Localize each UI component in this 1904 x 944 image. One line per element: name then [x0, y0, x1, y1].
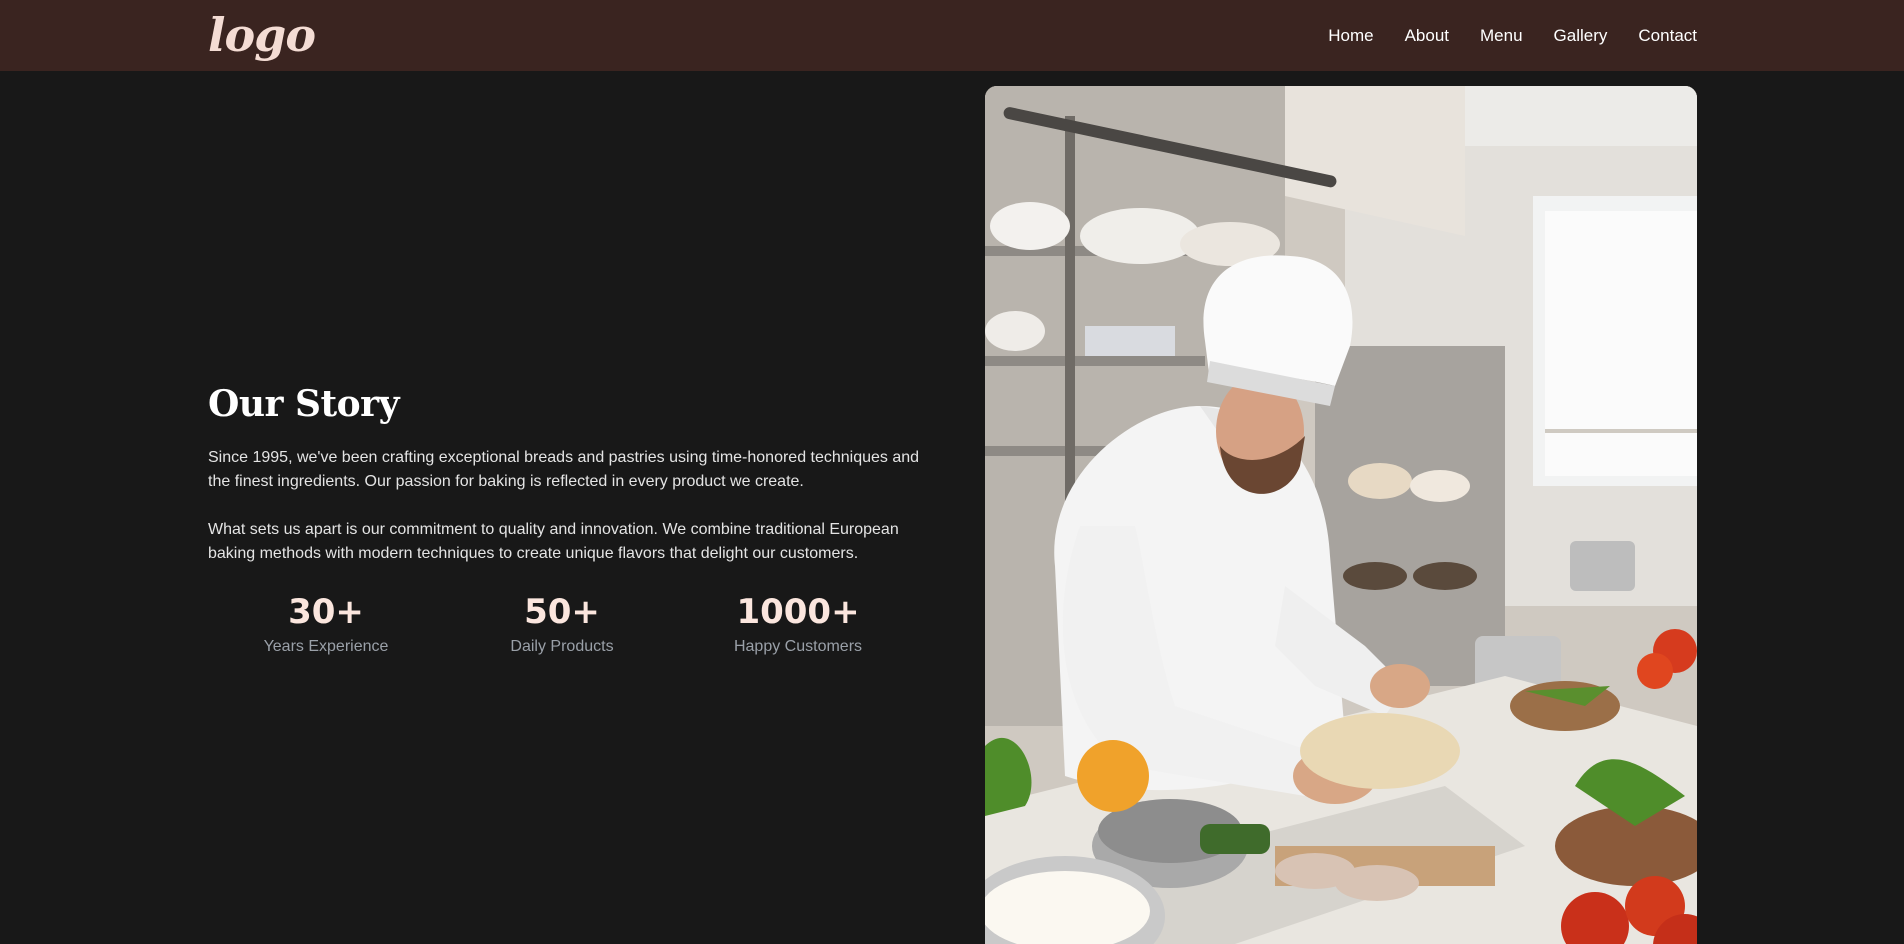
stats-row: 30+ Years Experience 50+ Daily Products … [208, 590, 916, 658]
site-logo[interactable]: logo [208, 8, 316, 62]
top-navbar: logo Home About Menu Gallery Contact [0, 0, 1904, 71]
stat-label: Daily Products [510, 638, 614, 655]
stat-label: Years Experience [263, 638, 389, 655]
story-paragraph-2: What sets us apart is our commitment to … [208, 521, 899, 562]
stat-customers: 1000+ Happy Customers [680, 590, 916, 658]
nav-link-contact[interactable]: Contact [1638, 24, 1697, 48]
nav-link-about[interactable]: About [1405, 24, 1449, 48]
section-title: Our Story [208, 383, 400, 425]
chef-kitchen-photo [985, 86, 1697, 944]
nav-links: Home About Menu Gallery Contact [1328, 24, 1697, 48]
stat-value: 1000+ [736, 592, 860, 632]
stat-label: Happy Customers [733, 638, 863, 655]
story-paragraph-1: Since 1995, we've been crafting exceptio… [208, 449, 920, 490]
stat-years: 30+ Years Experience [208, 590, 444, 658]
nav-link-menu[interactable]: Menu [1480, 24, 1523, 48]
stat-products: 50+ Daily Products [444, 590, 680, 658]
nav-link-gallery[interactable]: Gallery [1554, 24, 1608, 48]
stat-value: 50+ [524, 592, 600, 632]
stat-value: 30+ [288, 592, 364, 632]
our-story-section: Our Story Since 1995, we've been craftin… [208, 380, 928, 658]
nav-link-home[interactable]: Home [1328, 24, 1373, 48]
